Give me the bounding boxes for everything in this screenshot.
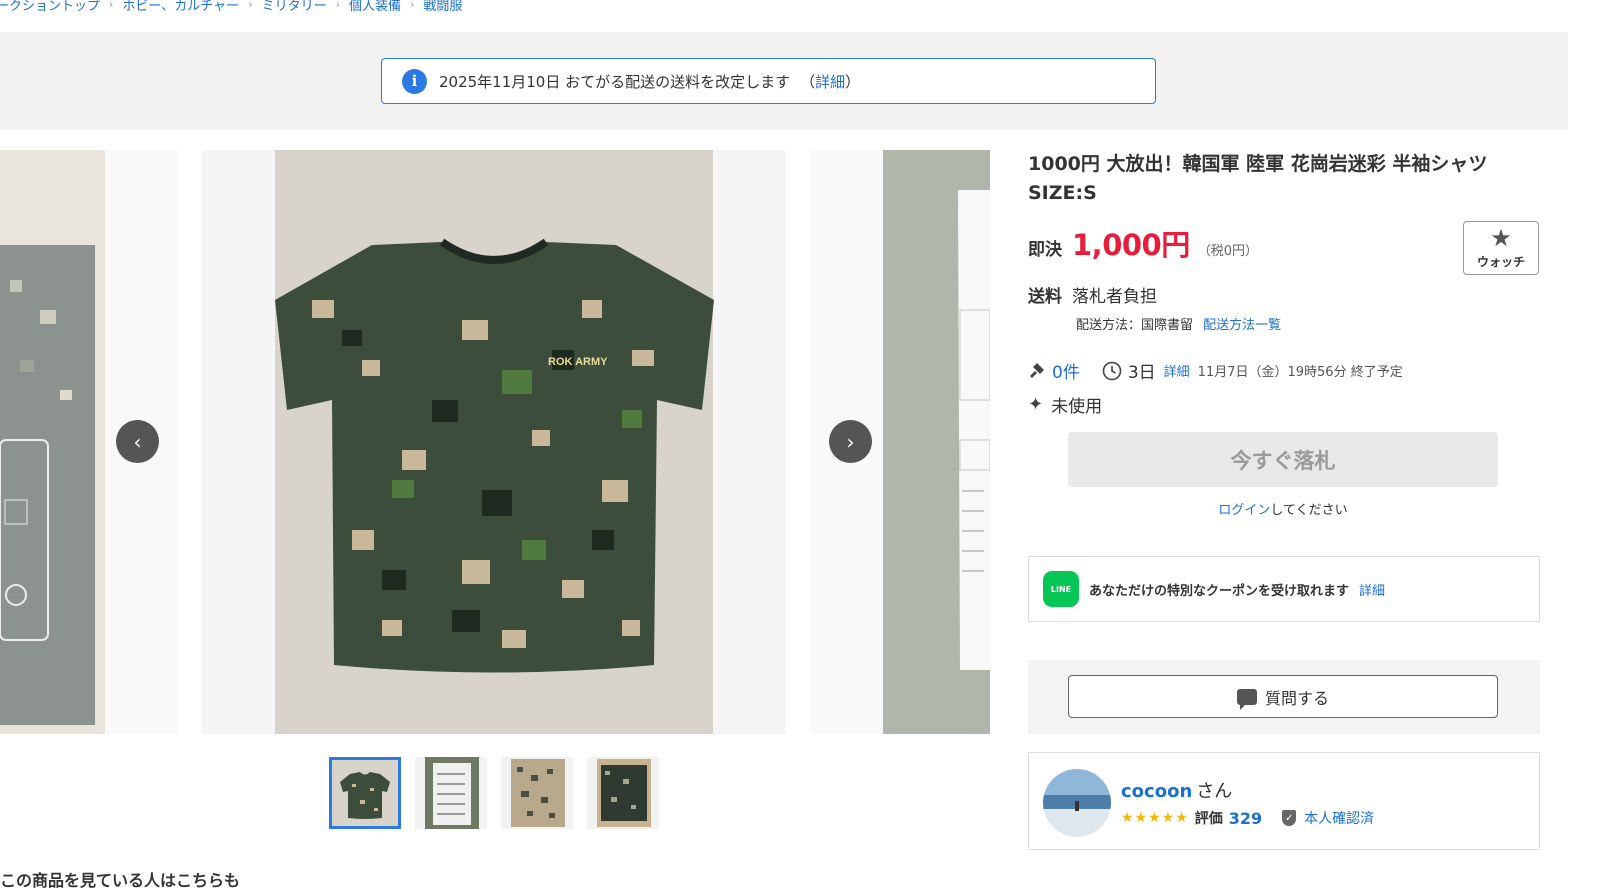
chevron-left-icon[interactable]: ‹ [116, 420, 159, 463]
price-row: 即決 1,000円 （税0円） [1028, 222, 1258, 264]
speech-bubble-icon [1236, 688, 1257, 710]
shipping-methods-link[interactable]: 配送方法一覧 [1203, 318, 1281, 333]
avatar[interactable] [1043, 769, 1111, 837]
rating-stars-icon: ★★★★★ [1121, 810, 1189, 826]
rok-army-print: ROK ARMY [548, 356, 608, 368]
breadcrumb-item-hobby[interactable]: ホビー、カルチャー [122, 0, 239, 14]
thumbnail-3[interactable] [501, 757, 573, 829]
thumbnail-label-image [415, 757, 487, 829]
ask-question-button[interactable]: 質問する [1068, 675, 1498, 718]
line-icon: LINE [1043, 571, 1079, 607]
tax-value: （税0円） [1197, 244, 1259, 259]
breadcrumb-separator: › [109, 0, 114, 11]
seller-suffix: さん [1196, 781, 1233, 802]
end-time: 11月7日（金）19時56分 終了予定 [1197, 365, 1403, 380]
rating-count[interactable]: 329 [1229, 809, 1262, 828]
item-title: 1000円 大放出！韓国軍 陸軍 花崗岩迷彩 半袖シャツ SIZE:S [1028, 153, 1488, 204]
bid-count[interactable]: 0件 [1052, 358, 1080, 383]
thumbnail-package-image [587, 757, 659, 829]
breadcrumb: ークショントップ › ホビー、カルチャー › ミリタリー › 個人装備 › 戦闘… [0, 0, 462, 14]
seller-meta: ★★★★★ 評価 329 ✓ 本人確認済 [1121, 808, 1374, 828]
image-gallery: ROK ARMY ‹ › [0, 150, 990, 734]
clock-icon [1102, 361, 1122, 380]
shipping-notice: i 2025年11月10日 おてがる配送の送料を改定します （ 詳細 ） [381, 58, 1156, 104]
star-icon: ★ [1490, 224, 1512, 252]
related-items-heading: この商品を見ている人はこちらも [0, 871, 241, 890]
ask-question-label: 質問する [1264, 688, 1329, 708]
rating-label: 評価 [1194, 811, 1223, 827]
breadcrumb-separator: › [410, 0, 415, 11]
shipping-method-text: 配送方法：国際書留 [1076, 318, 1194, 333]
price-label: 即決 [1028, 240, 1062, 260]
notice-detail-link[interactable]: 詳細 [815, 71, 845, 92]
breadcrumb-separator: › [335, 0, 340, 11]
condition-value: 未使用 [1051, 397, 1103, 417]
info-icon: i [402, 68, 427, 94]
line-coupon-text: あなただけの特別なクーポンを受け取れます [1089, 583, 1350, 599]
breadcrumb-item-personal-gear[interactable]: 個人装備 [349, 0, 401, 14]
question-area: 質問する [1028, 660, 1540, 734]
seller-card: cocoon さん ★★★★★ 評価 329 ✓ 本人確認済 [1028, 752, 1540, 850]
line-coupon-banner[interactable]: LINE あなただけの特別なクーポンを受け取れます 詳細 [1028, 556, 1540, 622]
login-prompt: ログインしてください [1008, 499, 1558, 518]
breadcrumb-item-auction-top[interactable]: ークショントップ [0, 0, 100, 14]
thumbnail-2[interactable] [415, 757, 487, 829]
time-remaining: 3日 [1127, 363, 1156, 383]
breadcrumb-item-military[interactable]: ミリタリー [262, 0, 327, 14]
auction-stats: 0件 3日 詳細 11月7日（金）19時56分 終了予定 [1028, 358, 1403, 383]
time-detail-link[interactable]: 詳細 [1164, 361, 1190, 380]
price-value: 1,000円 [1072, 228, 1190, 262]
thumbnail-pattern-image [501, 757, 573, 829]
thumbnail-shirt-image [332, 760, 398, 826]
shipping-label: 送料 [1028, 287, 1062, 307]
thumbnail-strip [329, 757, 659, 829]
shield-check-icon: ✓ [1282, 810, 1297, 826]
thumbnail-1[interactable] [329, 757, 401, 829]
verified-link[interactable]: 本人確認済 [1304, 808, 1374, 828]
notice-open-paren: （ [800, 72, 816, 91]
shipping-row: 送料 落札者負担 [1028, 282, 1157, 307]
thumbnail-4[interactable] [587, 757, 659, 829]
login-suffix: してください [1270, 503, 1348, 518]
seller-avatar-image [1043, 769, 1111, 837]
line-coupon-link[interactable]: 詳細 [1359, 580, 1385, 599]
shipping-method: 配送方法：国際書留 配送方法一覧 [1076, 314, 1281, 333]
camo-shirt-image: ROK ARMY [275, 150, 714, 734]
notice-close-paren: ） [845, 72, 861, 91]
watch-button[interactable]: ★ ウォッチ [1463, 221, 1539, 275]
shipping-value: 落札者負担 [1072, 287, 1157, 307]
seller-name-line: cocoon さん [1121, 777, 1232, 803]
breadcrumb-item-combat-uniform[interactable]: 戦闘服 [423, 0, 462, 14]
seller-name[interactable]: cocoon [1121, 781, 1192, 802]
gavel-icon [1030, 362, 1044, 378]
item-condition: ✦ 未使用 [1028, 392, 1102, 417]
notice-strip: i 2025年11月10日 おてがる配送の送料を改定します （ 詳細 ） [0, 32, 1568, 130]
gallery-slide-main[interactable]: ROK ARMY [202, 150, 786, 734]
watch-label: ウォッチ [1476, 255, 1525, 269]
sparkle-icon: ✦ [1028, 394, 1044, 415]
login-link[interactable]: ログイン [1218, 503, 1270, 518]
notice-text: 2025年11月10日 おてがる配送の送料を改定します [439, 72, 791, 91]
chevron-right-icon[interactable]: › [829, 420, 872, 463]
buy-now-button[interactable]: 今すぐ落札 [1068, 432, 1498, 487]
breadcrumb-separator: › [248, 0, 253, 11]
